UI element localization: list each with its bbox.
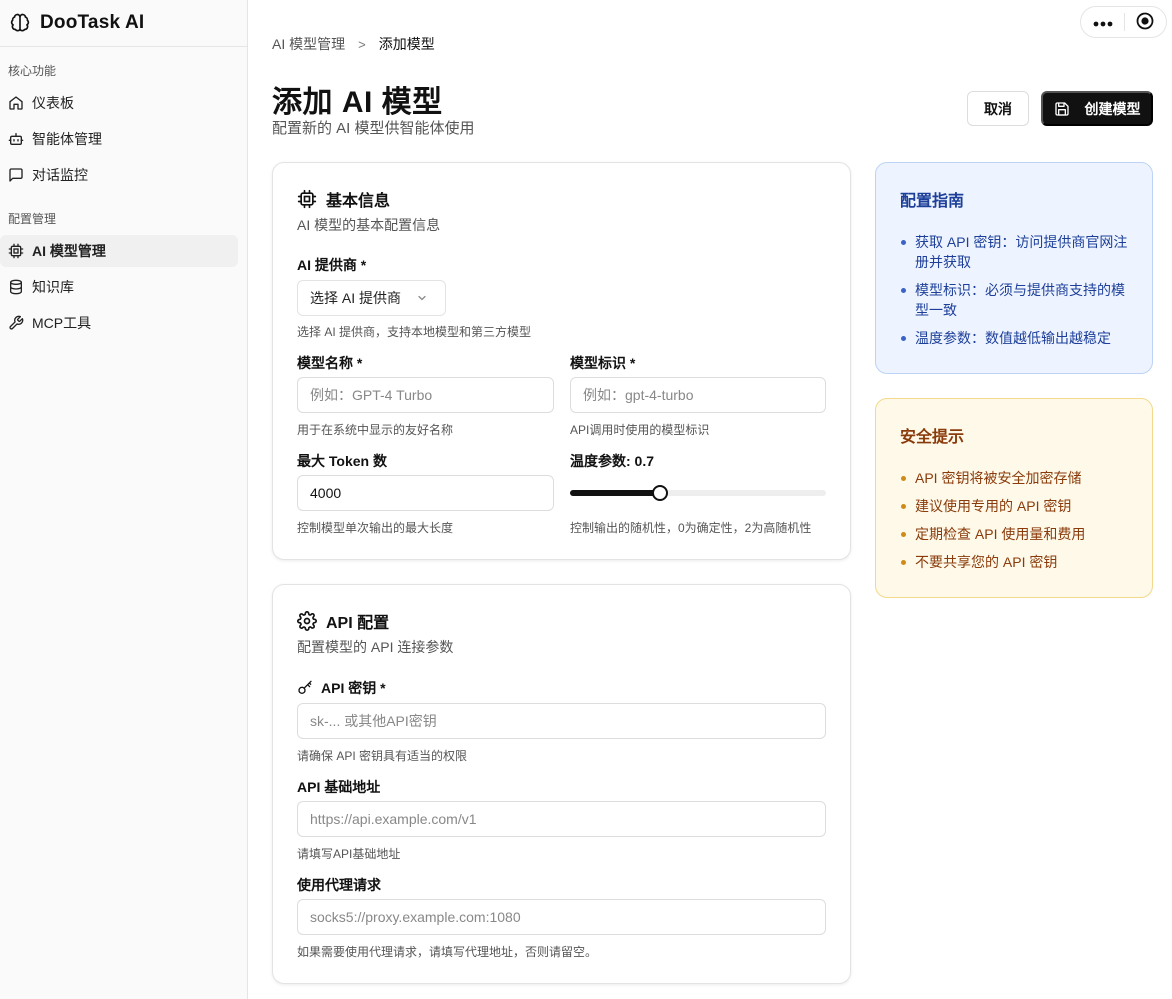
nav-group-config: 配置管理 (8, 212, 57, 226)
page-subtitle: 配置新的 AI 模型供智能体使用 (272, 120, 475, 137)
config-guide-list: 获取 API 密钥：访问提供商官网注册并获取 模型标识：必须与提供商支持的模型一… (900, 232, 1132, 356)
save-icon (1054, 101, 1070, 117)
api-base-input[interactable]: https://api.example.com/v1 (297, 801, 826, 837)
sidebar-item-mcp-tools[interactable]: MCP工具 (0, 307, 239, 339)
slider-thumb[interactable] (651, 485, 668, 501)
api-config-header: API 配置 (297, 609, 389, 633)
breadcrumb-current: 添加模型 (378, 36, 435, 52)
settings-icon (297, 611, 317, 631)
sidebar-item-ai-models[interactable]: AI 模型管理 (0, 235, 238, 267)
temperature-hint: 控制输出的随机性，0为确定性，2为高随机性 (570, 521, 812, 535)
cpu-icon (297, 189, 317, 209)
config-guide-title: 配置指南 (900, 193, 965, 210)
list-item: 建议使用专用的 API 密钥 (900, 496, 1132, 516)
create-model-button[interactable]: 创建模型 (1041, 91, 1153, 126)
provider-hint: 选择 AI 提供商，支持本地模型和第三方模型 (297, 325, 532, 339)
safety-tips-panel: 安全提示 API 密钥将被安全加密存储 建议使用专用的 API 密钥 定期检查 … (875, 398, 1153, 598)
page-title: 添加 AI 模型 (272, 86, 443, 119)
create-model-label: 创建模型 (1084, 100, 1141, 117)
api-config-title: API 配置 (326, 615, 390, 632)
model-name-input[interactable]: 例如：GPT-4 Turbo (297, 377, 554, 413)
home-icon (8, 95, 24, 111)
divider (1123, 13, 1125, 31)
sidebar-item-agents[interactable]: 智能体管理 (0, 123, 239, 155)
list-item: 获取 API 密钥：访问提供商官网注册并获取 (900, 232, 1132, 272)
api-key-input[interactable]: sk-... 或其他API密钥 (297, 703, 826, 739)
proxy-label: 使用代理请求 (297, 877, 381, 893)
sidebar: DooTask AI 核心功能 仪表板 智能体管理 对话监控 配置管理 AI 模… (0, 0, 248, 999)
brand[interactable]: DooTask AI (0, 0, 247, 47)
app-name: DooTask AI (40, 12, 145, 33)
model-name-label: 模型名称 * (297, 355, 363, 371)
sidebar-item-label: 智能体管理 (32, 131, 102, 147)
config-guide-panel: 配置指南 获取 API 密钥：访问提供商官网注册并获取 模型标识：必须与提供商支… (875, 162, 1153, 374)
sidebar-item-label: 知识库 (32, 279, 74, 295)
key-icon (297, 680, 313, 696)
sidebar-item-dashboard[interactable]: 仪表板 (0, 87, 239, 119)
more-icon[interactable] (1093, 14, 1113, 30)
api-key-label: API 密钥 * (297, 678, 386, 698)
max-tokens-hint: 控制模型单次输出的最大长度 (297, 521, 454, 535)
sidebar-item-conversations[interactable]: 对话监控 (0, 159, 239, 191)
proxy-hint: 如果需要使用代理请求，请填写代理地址，否则请留空。 (297, 945, 598, 959)
list-item: 定期检查 API 使用量和费用 (900, 524, 1132, 544)
database-icon (8, 279, 24, 295)
message-square-icon (8, 167, 24, 183)
provider-select[interactable]: 选择 AI 提供商 (297, 280, 446, 316)
cpu-icon (8, 243, 24, 259)
temperature-label: 温度参数: 0.7 (570, 453, 655, 469)
model-id-label: 模型标识 * (570, 355, 636, 371)
list-item: 温度参数：数值越低输出越稳定 (900, 328, 1132, 348)
provider-label: AI 提供商 * (297, 257, 367, 273)
basic-info-desc: AI 模型的基本配置信息 (297, 217, 441, 233)
proxy-input[interactable]: socks5://proxy.example.com:1080 (297, 899, 826, 935)
slider-fill (570, 490, 660, 496)
basic-info-title: 基本信息 (326, 193, 391, 210)
safety-tips-list: API 密钥将被安全加密存储 建议使用专用的 API 密钥 定期检查 API 使… (900, 468, 1132, 580)
list-item: 不要共享您的 API 密钥 (900, 552, 1132, 572)
cancel-button[interactable]: 取消 (967, 91, 1029, 126)
bot-icon (8, 131, 24, 147)
breadcrumb: AI 模型管理 > 添加模型 (272, 35, 435, 53)
provider-select-value: 选择 AI 提供商 (310, 290, 402, 306)
api-base-label: API 基础地址 (297, 779, 381, 795)
wrench-icon (8, 315, 24, 331)
api-base-hint: 请填写API基础地址 (297, 847, 401, 861)
api-config-desc: 配置模型的 API 连接参数 (297, 639, 454, 655)
sidebar-item-label: 对话监控 (32, 167, 88, 183)
nav-group-core: 核心功能 (8, 64, 57, 78)
sidebar-item-knowledge[interactable]: 知识库 (0, 271, 239, 303)
brain-icon (8, 11, 32, 35)
max-tokens-input[interactable]: 4000 (297, 475, 554, 511)
model-name-hint: 用于在系统中显示的友好名称 (297, 423, 454, 437)
chevron-down-icon (416, 292, 428, 304)
safety-tips-title: 安全提示 (900, 429, 965, 446)
breadcrumb-parent[interactable]: AI 模型管理 (272, 34, 345, 54)
model-id-hint: API调用时使用的模型标识 (570, 423, 710, 437)
record-icon[interactable] (1136, 12, 1154, 33)
breadcrumb-separator: > (358, 36, 366, 52)
list-item: 模型标识：必须与提供商支持的模型一致 (900, 280, 1132, 320)
window-controls (1080, 6, 1167, 38)
max-tokens-label: 最大 Token 数 (297, 453, 387, 469)
api-key-label-text: API 密钥 * (321, 680, 386, 696)
sidebar-item-label: MCP工具 (32, 315, 92, 331)
api-key-hint: 请确保 API 密钥具有适当的权限 (297, 749, 468, 763)
list-item: API 密钥将被安全加密存储 (900, 468, 1132, 488)
temperature-slider[interactable] (570, 484, 826, 502)
model-id-input[interactable]: 例如：gpt-4-turbo (570, 377, 826, 413)
sidebar-item-label: 仪表板 (32, 95, 74, 111)
sidebar-item-label: AI 模型管理 (32, 243, 106, 259)
basic-info-header: 基本信息 (297, 187, 390, 211)
